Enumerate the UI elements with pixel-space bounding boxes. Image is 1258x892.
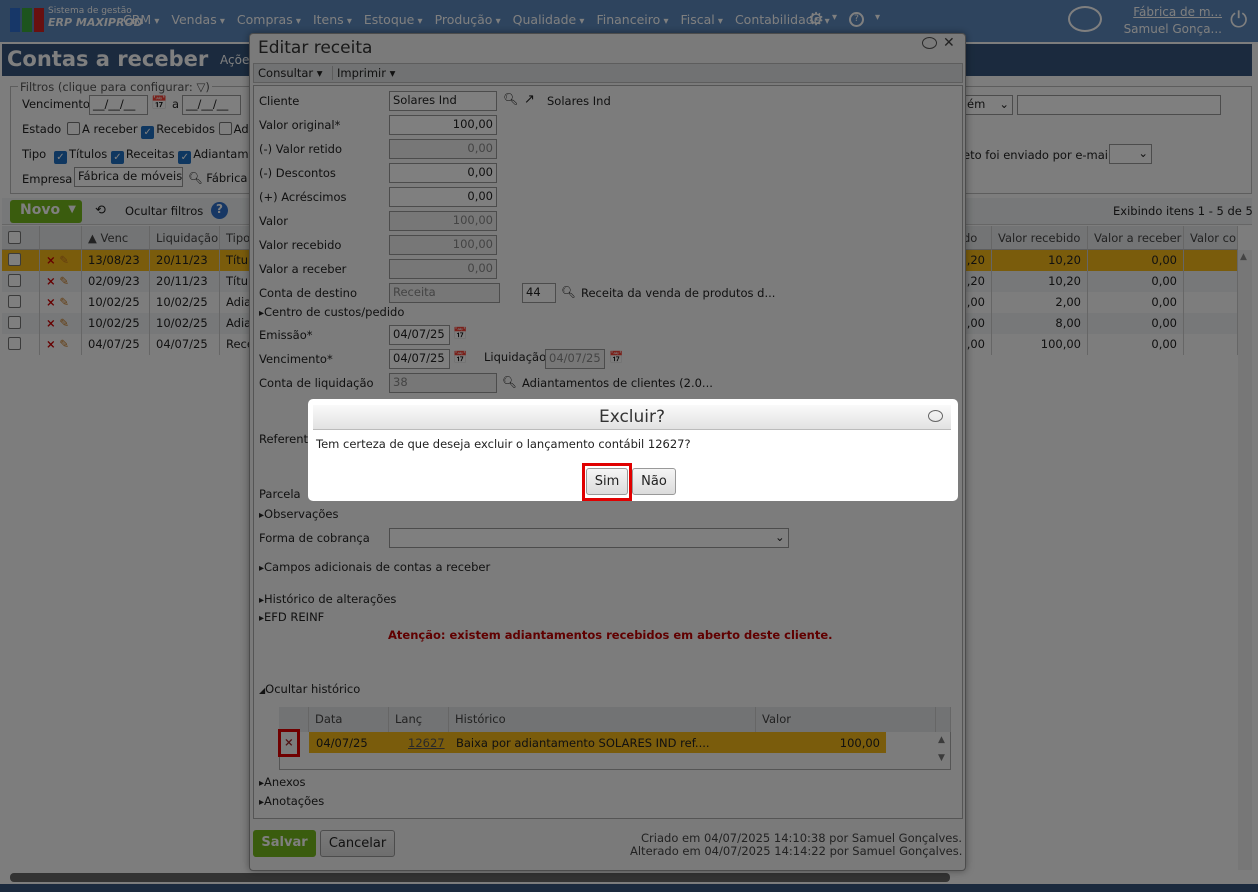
sim-button[interactable]: Sim — [586, 468, 628, 495]
confirm-message: Tem certeza de que deseja excluir o lanç… — [316, 437, 691, 451]
confirm-title: Excluir? — [313, 405, 951, 430]
chat-icon[interactable] — [928, 410, 943, 422]
nao-button[interactable]: Não — [632, 468, 676, 495]
confirm-delete-dialog: Excluir? Tem certeza de que deseja exclu… — [308, 399, 958, 501]
